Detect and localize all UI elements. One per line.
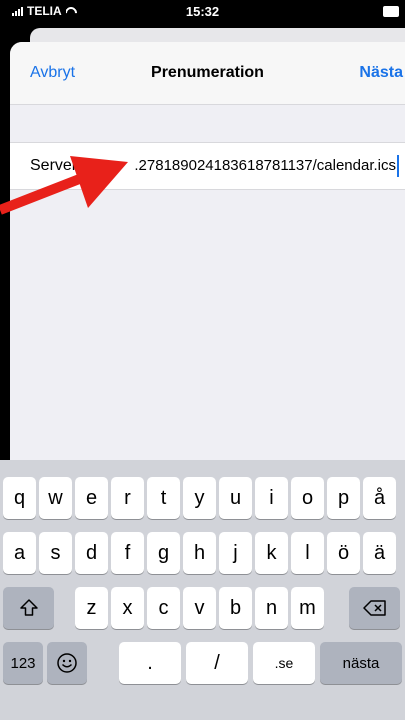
key-o[interactable]: o <box>291 477 324 519</box>
slash-key[interactable]: / <box>186 642 248 684</box>
key-f[interactable]: f <box>111 532 144 574</box>
shift-icon <box>19 599 38 616</box>
key-d[interactable]: d <box>75 532 108 574</box>
key-p[interactable]: p <box>327 477 360 519</box>
key-l[interactable]: l <box>291 532 324 574</box>
key-a[interactable]: a <box>3 532 36 574</box>
key-x[interactable]: x <box>111 587 144 629</box>
key-b[interactable]: b <box>219 587 252 629</box>
key-r[interactable]: r <box>111 477 144 519</box>
key-z[interactable]: z <box>75 587 108 629</box>
key-i[interactable]: i <box>255 477 288 519</box>
dot-key[interactable]: . <box>119 642 181 684</box>
key-n[interactable]: n <box>255 587 288 629</box>
key-j[interactable]: j <box>219 532 252 574</box>
numbers-key[interactable]: 123 <box>3 642 43 684</box>
battery-icon <box>383 6 399 17</box>
key-g[interactable]: g <box>147 532 180 574</box>
next-key[interactable]: nästa <box>320 642 402 684</box>
navigation-bar: Avbryt Prenumeration Nästa <box>10 42 405 105</box>
text-cursor <box>397 155 399 177</box>
key-e[interactable]: e <box>75 477 108 519</box>
keyboard: q w e r t y u i o p å a s d f g h j k l … <box>0 460 405 720</box>
key-y[interactable]: y <box>183 477 216 519</box>
key-k[interactable]: k <box>255 532 288 574</box>
key-q[interactable]: q <box>3 477 36 519</box>
page-title: Prenumeration <box>151 64 264 81</box>
domain-key[interactable]: .se <box>253 642 315 684</box>
key-v[interactable]: v <box>183 587 216 629</box>
key-m[interactable]: m <box>291 587 324 629</box>
key-s[interactable]: s <box>39 532 72 574</box>
key-o-umlaut[interactable]: ö <box>327 532 360 574</box>
key-a-umlaut[interactable]: ä <box>363 532 396 574</box>
key-h[interactable]: h <box>183 532 216 574</box>
key-w[interactable]: w <box>39 477 72 519</box>
key-u[interactable]: u <box>219 477 252 519</box>
status-time: 15:32 <box>185 4 220 19</box>
server-input-value: .278189024183618781137/calendar.ics <box>134 157 396 174</box>
key-c[interactable]: c <box>147 587 180 629</box>
status-bar: TELIA 15:32 <box>0 0 405 22</box>
next-button[interactable]: Nästa <box>359 64 403 82</box>
red-arrow-annotation <box>0 156 128 215</box>
key-a-ring[interactable]: å <box>363 477 396 519</box>
shift-key[interactable] <box>3 587 54 629</box>
key-t[interactable]: t <box>147 477 180 519</box>
delete-icon <box>362 600 386 616</box>
emoji-icon <box>57 653 77 673</box>
emoji-key[interactable] <box>47 642 87 684</box>
delete-key[interactable] <box>349 587 400 629</box>
